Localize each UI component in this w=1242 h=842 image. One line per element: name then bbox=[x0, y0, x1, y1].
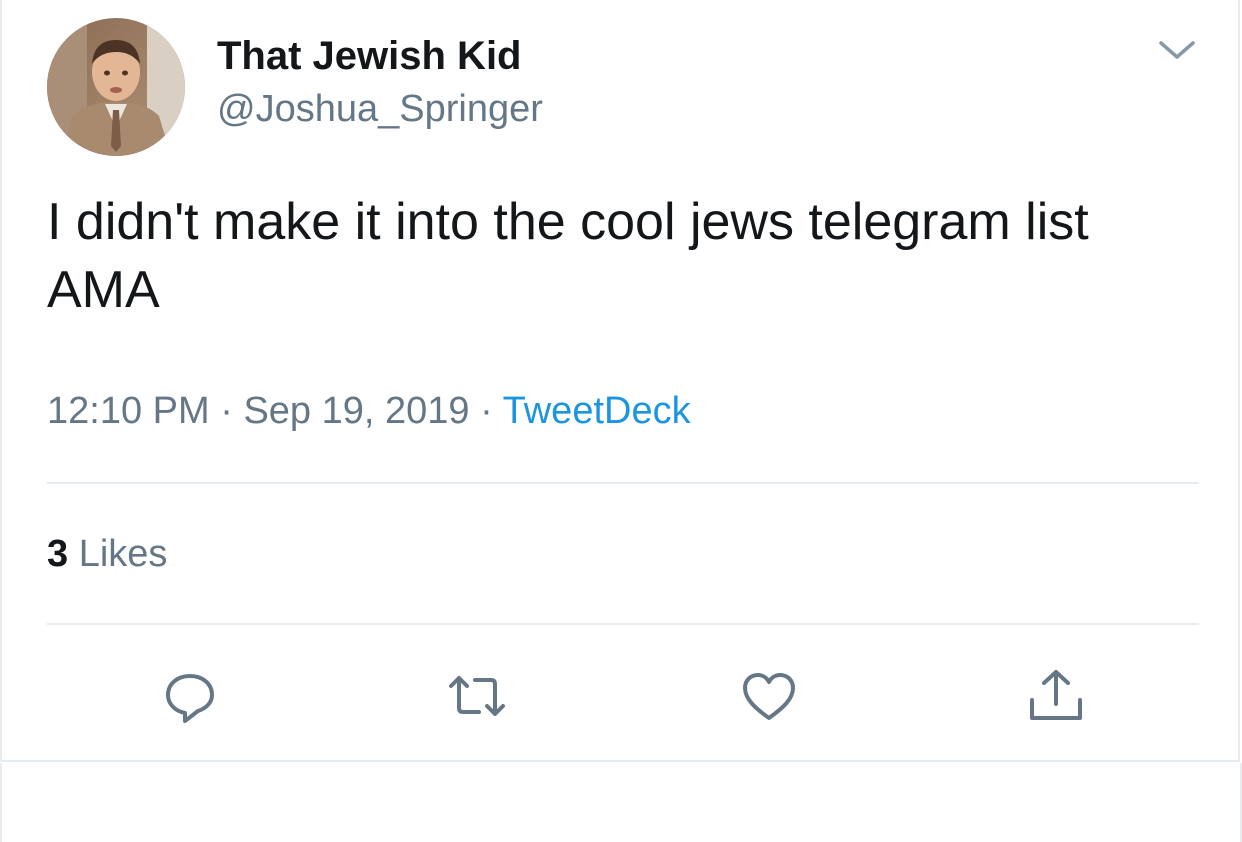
tweet-date[interactable]: Sep 19, 2019 bbox=[243, 390, 469, 432]
avatar-image bbox=[47, 18, 185, 156]
tweet-source-link[interactable]: TweetDeck bbox=[503, 390, 691, 432]
avatar[interactable] bbox=[47, 18, 185, 156]
below-tweet-area bbox=[0, 763, 1242, 842]
tweet-time[interactable]: 12:10 PM bbox=[47, 390, 210, 432]
tweet-card: That Jewish Kid @Joshua_Springer I didn'… bbox=[0, 0, 1240, 762]
likes-count: 3 bbox=[47, 533, 69, 575]
divider bbox=[47, 623, 1199, 625]
tweet-meta: 12:10 PM · Sep 19, 2019 · TweetDeck bbox=[47, 390, 691, 433]
reply-icon[interactable] bbox=[160, 668, 220, 724]
user-handle[interactable]: @Joshua_Springer bbox=[217, 88, 543, 131]
display-name[interactable]: That Jewish Kid bbox=[217, 34, 522, 79]
chevron-down-icon[interactable] bbox=[1155, 34, 1199, 64]
tweet-text: I didn't make it into the cool jews tele… bbox=[47, 193, 1089, 319]
likes-label: Likes bbox=[78, 533, 168, 575]
likes-stat[interactable]: 3 Likes bbox=[47, 533, 167, 576]
meta-separator: · bbox=[480, 390, 493, 432]
like-icon[interactable] bbox=[739, 668, 799, 724]
share-icon[interactable] bbox=[1026, 668, 1086, 724]
divider bbox=[47, 482, 1199, 484]
retweet-icon[interactable] bbox=[447, 668, 507, 724]
meta-separator: · bbox=[220, 390, 233, 432]
